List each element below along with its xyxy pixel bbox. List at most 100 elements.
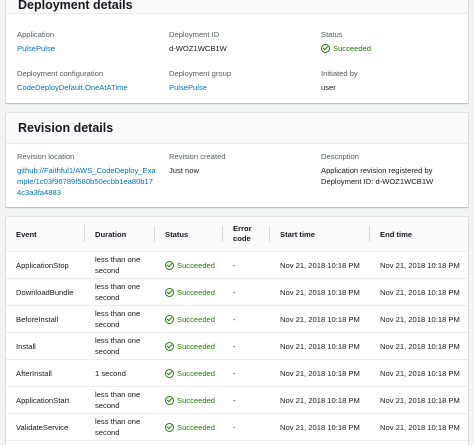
event-error-code: - bbox=[223, 386, 270, 414]
status-value: Succeeded bbox=[321, 43, 371, 54]
column-header-start-time[interactable]: Start time bbox=[270, 217, 370, 252]
event-status-text: Succeeded bbox=[177, 260, 215, 270]
event-start-time: Nov 21, 2018 10:18 PM bbox=[270, 305, 370, 333]
table-row: BeforeInstall less than one second Succeed… bbox=[6, 305, 468, 333]
success-check-icon bbox=[165, 341, 174, 351]
description-value: Application revision registered by Deplo… bbox=[321, 166, 434, 186]
event-end-time: Nov 21, 2018 10:18 PM bbox=[370, 413, 468, 441]
event-start-time: Nov 21, 2018 10:18 PM bbox=[270, 386, 370, 414]
event-status: Succeeded bbox=[155, 278, 223, 306]
event-name: BeforeInstall bbox=[6, 305, 85, 333]
event-start-time: Nov 21, 2018 10:18 PM bbox=[270, 332, 370, 360]
event-error-code: - bbox=[223, 332, 270, 360]
event-end-time: Nov 21, 2018 10:18 PM bbox=[370, 332, 468, 360]
event-error-code: - bbox=[223, 305, 270, 333]
table-row: ApplicationStop less than one second Succe… bbox=[6, 251, 468, 279]
deployment-config-label: Deployment configuration bbox=[17, 69, 104, 78]
events-table-body: ApplicationStop less than one second Succe… bbox=[6, 251, 468, 441]
event-error-code: - bbox=[223, 251, 270, 279]
success-check-icon bbox=[321, 44, 330, 53]
event-status-text: Succeeded bbox=[177, 341, 215, 351]
description-label: Description bbox=[321, 152, 359, 161]
deployment-config-field: Deployment configuration CodeDeployDefau… bbox=[17, 69, 128, 93]
success-check-icon bbox=[165, 422, 174, 432]
deployment-id-value: d-WOZ1WCB1W bbox=[169, 44, 227, 53]
initiated-by-label: Initiated by bbox=[321, 69, 358, 78]
event-end-time: Nov 21, 2018 10:18 PM bbox=[370, 278, 468, 306]
event-name: ValidateService bbox=[6, 413, 85, 441]
event-status: Succeeded bbox=[155, 413, 223, 441]
event-duration: less than one second bbox=[85, 386, 155, 414]
event-status-text: Succeeded bbox=[177, 422, 215, 432]
revision-details-title: Revision details bbox=[18, 121, 114, 135]
deployment-group-label: Deployment group bbox=[169, 69, 232, 78]
success-check-icon bbox=[165, 395, 174, 405]
revision-location-label: Revision location bbox=[17, 152, 75, 161]
column-header-status[interactable]: Status bbox=[155, 217, 223, 252]
event-name: AfterInstall bbox=[6, 359, 85, 387]
revision-created-value: Just now bbox=[169, 166, 199, 175]
deployment-config-link[interactable]: CodeDeployDefault.OneAtATime bbox=[17, 82, 128, 93]
event-duration: less than one second bbox=[85, 332, 155, 360]
events-table: Event Duration Status Error code Start t… bbox=[6, 217, 468, 441]
revision-created-field: Revision created Just now bbox=[169, 152, 226, 176]
event-name: DownloadBundle bbox=[6, 278, 85, 306]
event-status: Succeeded bbox=[155, 386, 223, 414]
event-error-code: - bbox=[223, 278, 270, 306]
success-check-icon bbox=[165, 287, 174, 297]
event-status-text: Succeeded bbox=[177, 314, 215, 324]
event-error-code: - bbox=[223, 359, 270, 387]
deployment-id-label: Deployment ID bbox=[169, 30, 220, 39]
revision-created-label: Revision created bbox=[169, 152, 226, 161]
event-end-time: Nov 21, 2018 10:18 PM bbox=[370, 251, 468, 279]
event-status-text: Succeeded bbox=[177, 287, 215, 297]
event-status-text: Succeeded bbox=[177, 395, 215, 405]
deployment-details-header: Deployment details bbox=[6, 0, 468, 14]
application-label: Application bbox=[17, 30, 55, 39]
table-row: ApplicationStart less than one second Succ… bbox=[6, 386, 468, 414]
event-status: Succeeded bbox=[155, 359, 223, 387]
events-panel: Event Duration Status Error code Start t… bbox=[6, 217, 468, 445]
event-duration: less than one second bbox=[85, 251, 155, 279]
event-start-time: Nov 21, 2018 10:18 PM bbox=[270, 413, 370, 441]
event-start-time: Nov 21, 2018 10:18 PM bbox=[270, 359, 370, 387]
success-check-icon bbox=[165, 368, 174, 378]
event-end-time: Nov 21, 2018 10:18 PM bbox=[370, 386, 468, 414]
revision-details-panel: Revision details Revision location githu… bbox=[6, 113, 468, 207]
deployment-group-link[interactable]: PulsePulse bbox=[169, 82, 231, 93]
event-status-text: Succeeded bbox=[177, 368, 215, 378]
deployment-details-title: Deployment details bbox=[18, 0, 133, 12]
event-duration: less than one second bbox=[85, 278, 155, 306]
column-header-end-time[interactable]: End time bbox=[370, 217, 468, 252]
application-link[interactable]: PulsePulse bbox=[17, 43, 55, 54]
table-row: Install less than one second Succeeded - Nov… bbox=[6, 332, 468, 360]
revision-details-header: Revision details bbox=[6, 113, 468, 144]
column-header-duration[interactable]: Duration bbox=[85, 217, 155, 252]
column-header-event[interactable]: Event bbox=[6, 217, 85, 252]
status-field: Status Succeeded bbox=[321, 30, 371, 54]
event-end-time: Nov 21, 2018 10:18 PM bbox=[370, 359, 468, 387]
initiated-by-value: user bbox=[321, 83, 336, 92]
event-status: Succeeded bbox=[155, 332, 223, 360]
description-field: Description Application revision registe… bbox=[321, 152, 445, 187]
event-end-time: Nov 21, 2018 10:18 PM bbox=[370, 305, 468, 333]
event-name: Install bbox=[6, 332, 85, 360]
event-name: ApplicationStart bbox=[6, 386, 85, 414]
event-start-time: Nov 21, 2018 10:18 PM bbox=[270, 251, 370, 279]
event-start-time: Nov 21, 2018 10:18 PM bbox=[270, 278, 370, 306]
column-header-error-code[interactable]: Error code bbox=[223, 217, 270, 252]
table-row: DownloadBundle less than one second Succee… bbox=[6, 278, 468, 306]
event-duration: less than one second bbox=[85, 305, 155, 333]
status-text: Succeeded bbox=[333, 44, 371, 53]
revision-location-link[interactable]: github://Faithful1/AWS_CodeDeploy_Exampl… bbox=[17, 165, 157, 198]
application-field: Application PulsePulse bbox=[17, 30, 55, 54]
event-status: Succeeded bbox=[155, 251, 223, 279]
revision-location-field: Revision location github://Faithful1/AWS… bbox=[17, 152, 157, 198]
initiated-by-field: Initiated by user bbox=[321, 69, 358, 93]
success-check-icon bbox=[165, 260, 174, 270]
event-duration: less than one second bbox=[85, 413, 155, 441]
deployment-group-field: Deployment group PulsePulse bbox=[169, 69, 231, 93]
success-check-icon bbox=[165, 314, 174, 324]
deployment-id-field: Deployment ID d-WOZ1WCB1W bbox=[169, 30, 227, 54]
deployment-details-panel: Deployment details Application PulsePuls… bbox=[6, 0, 468, 103]
